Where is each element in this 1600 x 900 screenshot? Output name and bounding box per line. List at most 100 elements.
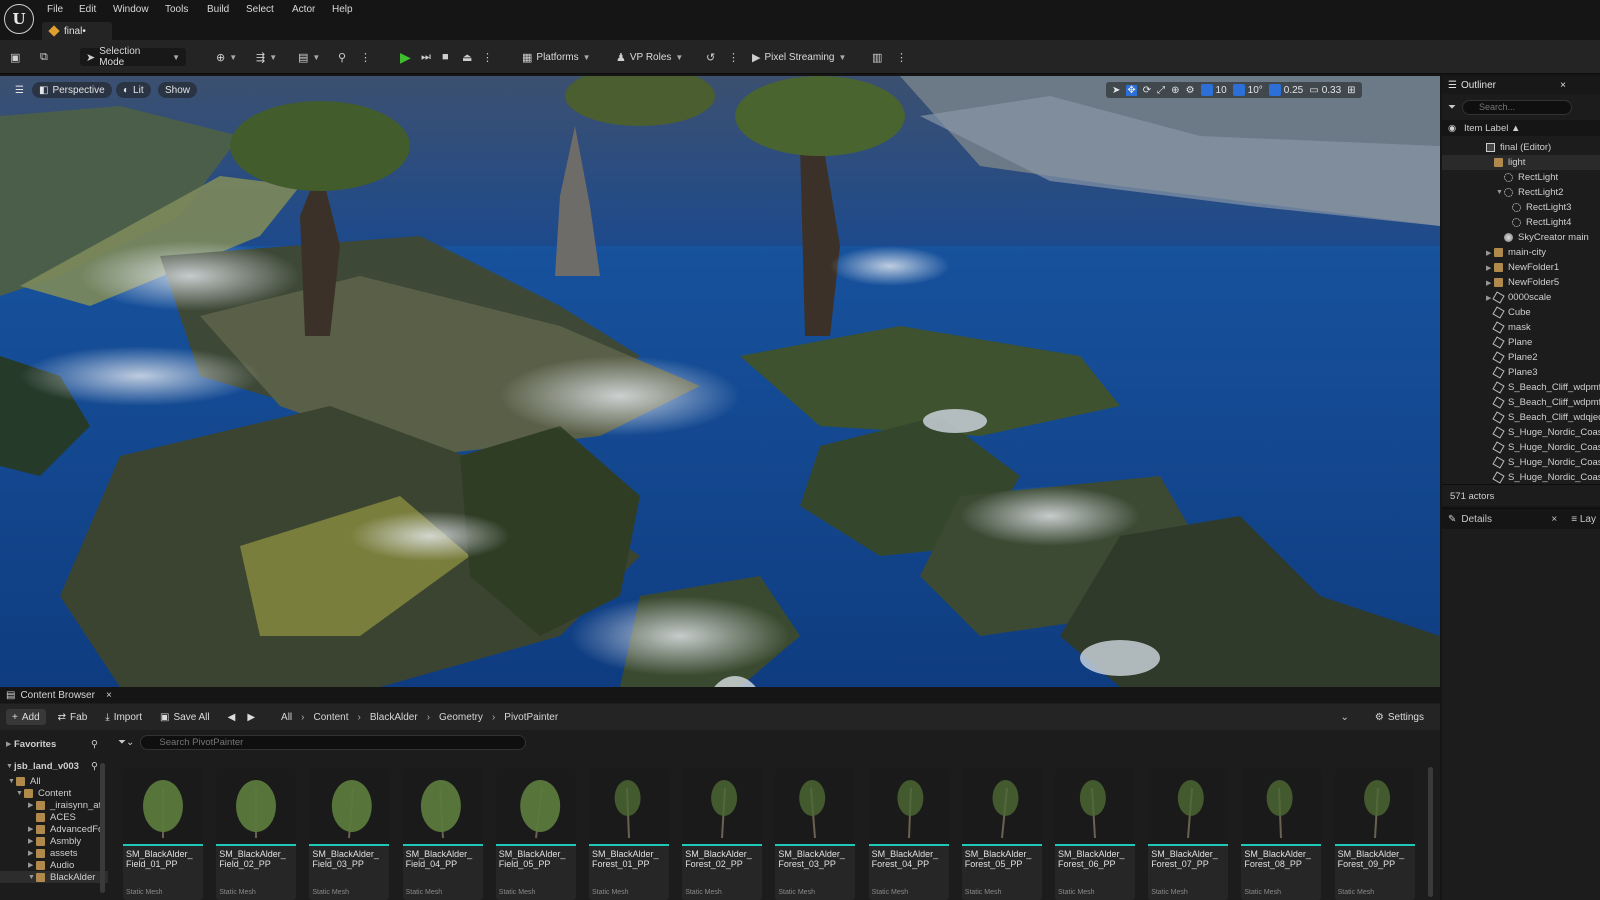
back-icon[interactable]: ◀	[222, 709, 242, 725]
chevron-right-icon[interactable]: ▶	[28, 849, 36, 857]
folder-tree-item[interactable]: ▶ _iraisynn_att	[0, 799, 108, 811]
outliner-search-input[interactable]	[1462, 99, 1572, 115]
selection-mode-dropdown[interactable]: ➤ Selection Mode ▼	[80, 46, 186, 68]
chevron-down-icon[interactable]: ▼	[1496, 189, 1504, 196]
asset-tile[interactable]: SM_BlackAlder_ Field_05_PP Static Mesh	[495, 768, 576, 900]
breadcrumb-geometry[interactable]: Geometry	[439, 712, 483, 723]
breadcrumb-content[interactable]: Content	[314, 712, 349, 723]
chevron-down-icon[interactable]: ▼	[28, 874, 36, 881]
filter-icon[interactable]: ⏷⌄	[118, 737, 134, 748]
menu-window[interactable]: Window	[113, 4, 149, 15]
menu-file[interactable]: File	[47, 4, 63, 15]
scale-snap-toggle[interactable]: 0.25	[1268, 84, 1303, 96]
search-icon[interactable]: ⚲	[91, 739, 98, 750]
outliner-row[interactable]: S_Beach_Cliff_wdqjedv	[1442, 410, 1600, 425]
camera-speed-button[interactable]: ▭ 0.33	[1309, 85, 1341, 96]
details-tab[interactable]: Details	[1461, 514, 1492, 525]
outliner-row[interactable]: final (Editor)	[1442, 140, 1600, 155]
step-icon[interactable]: ⏭	[421, 48, 431, 66]
add-actor-icon[interactable]: ⊕ ▼	[216, 48, 237, 66]
outliner-row[interactable]: ▶ NewFolder1	[1442, 260, 1600, 275]
chevron-down-icon[interactable]: ▼	[8, 778, 16, 785]
modes-icon[interactable]: ⚲	[338, 48, 346, 66]
outliner-row[interactable]: S_Huge_Nordic_Coast	[1442, 455, 1600, 470]
asset-tile[interactable]: SM_BlackAlder_ Forest_03_PP Static Mesh	[775, 768, 856, 900]
folder-tree-item[interactable]: ▶ assets	[0, 847, 108, 859]
viewport-menu-icon[interactable]: ☰	[8, 82, 31, 98]
asset-tile[interactable]: SM_BlackAlder_ Forest_02_PP Static Mesh	[682, 768, 763, 900]
asset-tile[interactable]: SM_BlackAlder_ Forest_07_PP Static Mesh	[1148, 768, 1229, 900]
chevron-right-icon[interactable]: ▶	[28, 837, 36, 845]
folder-tree-item[interactable]: ▼ Content	[0, 787, 108, 799]
play-icon[interactable]: ▶	[400, 48, 411, 66]
select-tool-icon[interactable]: ➤	[1112, 85, 1120, 96]
folder-tree-item[interactable]: ▶ Asmbly	[0, 835, 108, 847]
more-options-icon[interactable]: ⋮	[360, 48, 371, 66]
view-mode-button[interactable]: ◐ Lit	[116, 82, 151, 98]
asset-tile[interactable]: SM_BlackAlder_ Forest_08_PP Static Mesh	[1241, 768, 1322, 900]
chevron-down-icon[interactable]: ▼	[16, 790, 24, 797]
asset-tile[interactable]: SM_BlackAlder_ Field_02_PP Static Mesh	[216, 768, 297, 900]
folder-tree-item[interactable]: ▼ BlackAlder	[0, 871, 108, 883]
outliner-row[interactable]: ▶ main-city	[1442, 245, 1600, 260]
path-dropdown-icon[interactable]: ⌄	[1341, 712, 1349, 723]
asset-tile[interactable]: SM_BlackAlder_ Forest_04_PP Static Mesh	[868, 768, 949, 900]
menu-help[interactable]: Help	[332, 4, 353, 15]
vp-roles-dropdown[interactable]: ♟ VP Roles ▼	[616, 48, 683, 66]
add-button[interactable]: + Add	[6, 709, 46, 725]
asset-tile[interactable]: SM_BlackAlder_ Field_03_PP Static Mesh	[309, 768, 390, 900]
close-icon[interactable]: ×	[1551, 514, 1557, 525]
tree-scrollbar[interactable]	[100, 763, 105, 893]
chevron-right-icon[interactable]: ▶	[28, 801, 36, 809]
unreal-logo[interactable]: U	[4, 4, 34, 34]
chevron-right-icon[interactable]: ▶	[28, 825, 36, 833]
save-icon[interactable]: ▣	[10, 48, 20, 66]
chevron-right-icon[interactable]: ▶	[1486, 249, 1494, 257]
asset-tile[interactable]: SM_BlackAlder_ Field_04_PP Static Mesh	[402, 768, 483, 900]
outliner-row[interactable]: S_Huge_Nordic_Coast	[1442, 425, 1600, 440]
outliner-row[interactable]: Plane3	[1442, 365, 1600, 380]
fab-button[interactable]: ⇄ Fab	[52, 709, 94, 725]
outliner-row[interactable]: Plane	[1442, 335, 1600, 350]
show-button[interactable]: Show	[158, 82, 198, 98]
breadcrumb-pivotpainter[interactable]: PivotPainter	[504, 712, 558, 723]
outliner-row[interactable]: RectLight	[1442, 170, 1600, 185]
perspective-button[interactable]: ◧ Perspective	[32, 82, 112, 98]
viewport-layout-icon[interactable]: ⊞	[1347, 85, 1355, 96]
close-icon[interactable]: ×	[1560, 80, 1566, 91]
more-options-icon[interactable]: ⋮	[896, 48, 907, 66]
breadcrumb-blackalder[interactable]: BlackAlder	[370, 712, 418, 723]
outliner-row[interactable]: SkyCreator main	[1442, 230, 1600, 245]
play-options-icon[interactable]: ⋮	[482, 48, 493, 66]
menu-actor[interactable]: Actor	[292, 4, 315, 15]
translate-tool-icon[interactable]: ✥	[1126, 84, 1137, 96]
content-browser-tab[interactable]: ▤ Content Browser ×	[0, 687, 1440, 703]
rotate-tool-icon[interactable]: ⟳	[1143, 85, 1151, 96]
content-browser-icon[interactable]: ⧉	[40, 48, 48, 66]
level-viewport[interactable]: ☰ ◧ Perspective ◐ Lit Show ➤ ✥ ⟳ ⤢ ⊕ ⚙ 1…	[0, 76, 1440, 687]
rotation-snap-toggle[interactable]: 10°	[1232, 84, 1263, 96]
settings-button[interactable]: ⚙ Settings	[1369, 709, 1430, 725]
menu-select[interactable]: Select	[246, 4, 274, 15]
level-tab[interactable]: final•	[42, 22, 112, 40]
eject-icon[interactable]: ⏏	[462, 48, 472, 66]
scale-tool-icon[interactable]: ⤢	[1157, 85, 1165, 96]
outliner-row[interactable]: mask	[1442, 320, 1600, 335]
stop-icon[interactable]: ■	[442, 48, 449, 66]
pixel-streaming-dropdown[interactable]: ▶ Pixel Streaming ▼	[752, 48, 846, 66]
asset-tile[interactable]: SM_BlackAlder_ Field_01_PP Static Mesh	[123, 768, 203, 900]
outliner-column-header[interactable]: ◉ Item Label ▲	[1442, 120, 1600, 136]
asset-tile[interactable]: SM_BlackAlder_ Forest_05_PP Static Mesh	[961, 768, 1042, 900]
outliner-row[interactable]: light	[1442, 155, 1600, 170]
settings-panel-icon[interactable]: ▥	[872, 48, 882, 66]
chevron-right-icon[interactable]: ▶	[1486, 279, 1494, 287]
chevron-right-icon[interactable]: ▶	[1486, 264, 1494, 272]
cinematics-icon[interactable]: ▤ ▼	[298, 48, 320, 66]
layers-tab[interactable]: ≡ Lay	[1571, 514, 1596, 525]
outliner-row[interactable]: S_Huge_Nordic_Coast	[1442, 470, 1600, 485]
asset-search-input[interactable]	[140, 734, 526, 750]
outliner-row[interactable]: ▶ NewFolder5	[1442, 275, 1600, 290]
search-icon[interactable]: ⚲	[91, 761, 98, 772]
outliner-row[interactable]: S_Beach_Cliff_wdpmfh	[1442, 380, 1600, 395]
outliner-row[interactable]: RectLight4	[1442, 215, 1600, 230]
